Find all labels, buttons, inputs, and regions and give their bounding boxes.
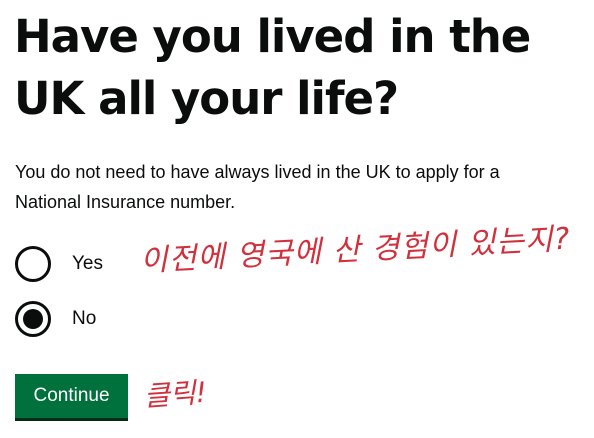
page-heading: Have you lived in the UK all your life?	[14, 6, 584, 130]
radio-yes-label[interactable]: Yes	[72, 253, 103, 275]
radio-option-yes[interactable]: Yes	[15, 243, 103, 285]
radio-yes-circle[interactable]	[15, 246, 51, 282]
page-heading-line-2: UK all your life?	[14, 72, 399, 125]
question-hint-line-2: National Insurance number.	[15, 192, 236, 212]
radio-no-circle[interactable]	[15, 301, 51, 337]
page-heading-line-1: Have you lived in the	[14, 10, 531, 63]
radio-no-label[interactable]: No	[72, 308, 96, 330]
radio-option-no[interactable]: No	[15, 298, 96, 340]
handwritten-click-note: 클릭!	[142, 375, 208, 413]
question-hint-line-1: You do not need to have always lived in …	[15, 162, 500, 182]
continue-button[interactable]: Continue	[15, 374, 128, 418]
question-hint: You do not need to have always lived in …	[15, 157, 585, 217]
handwritten-question-note: 이전에 영국에 산 경험이 있는지?	[139, 221, 572, 279]
